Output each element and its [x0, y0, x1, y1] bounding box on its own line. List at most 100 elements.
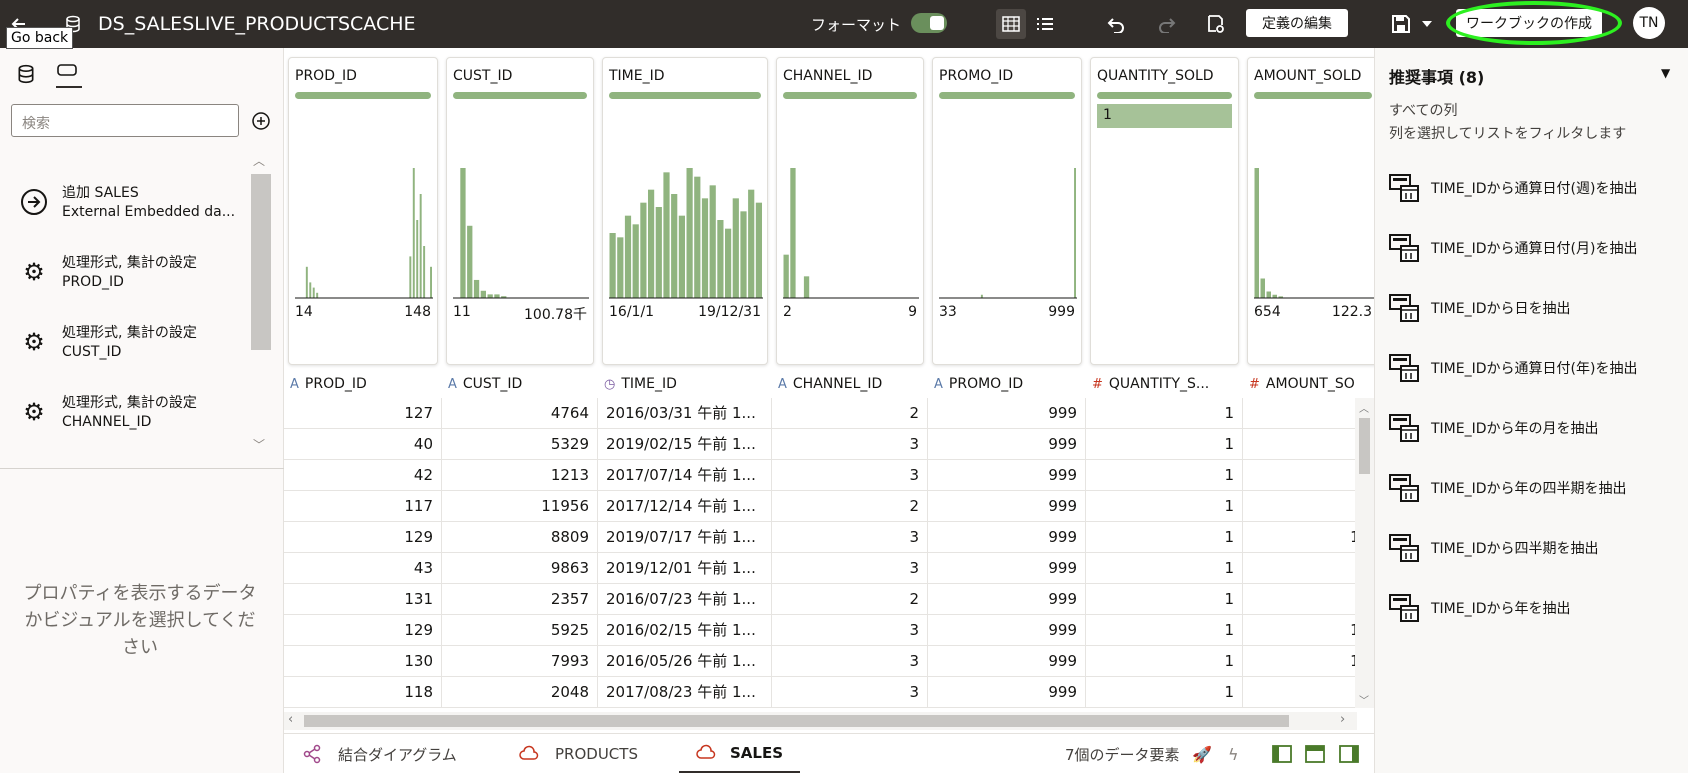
table-cell[interactable]: 3 — [772, 615, 928, 646]
table-cell[interactable]: 43 — [284, 553, 442, 584]
create-workbook-button[interactable]: ワークブックの作成 — [1456, 9, 1602, 37]
column-header[interactable]: A CUST_ID — [448, 370, 596, 398]
table-cell[interactable]: 42 — [284, 460, 442, 491]
table-cell[interactable]: 1 — [1086, 460, 1243, 491]
table-cell[interactable]: 2 — [772, 584, 928, 615]
table-cell[interactable]: 2048 — [442, 677, 598, 708]
column-header[interactable]: A CHANNEL_ID — [778, 370, 926, 398]
table-cell[interactable]: 2016/03/31 午前 1... — [598, 398, 772, 429]
table-cell[interactable]: 129 — [284, 522, 442, 553]
table-cell[interactable]: 11956 — [442, 491, 598, 522]
tab-products[interactable]: PRODUCTS — [519, 734, 638, 773]
column-profile-card[interactable]: QUANTITY_SOLD 1 — [1090, 57, 1239, 365]
redo-icon[interactable] — [1152, 9, 1182, 39]
scroll-down-icon[interactable]: ﹀ — [253, 436, 265, 453]
format-toggle[interactable] — [911, 13, 947, 33]
recommendation-item[interactable]: TIME_IDから通算日付(年)を抽出 — [1389, 352, 1679, 384]
table-cell[interactable]: 999 — [928, 615, 1086, 646]
tab-sales[interactable]: SALES — [679, 734, 801, 773]
recommendation-item[interactable]: TIME_IDから年を抽出 — [1389, 592, 1679, 624]
table-cell[interactable]: 2 — [772, 491, 928, 522]
table-cell[interactable]: 118 — [284, 677, 442, 708]
data-panel-icon[interactable] — [16, 64, 36, 88]
table-cell[interactable]: 2017/08/23 午前 1... — [598, 677, 772, 708]
recommendation-item[interactable]: TIME_IDから年の月を抽出 — [1389, 412, 1679, 444]
table-cell[interactable]: 1 — [1086, 491, 1243, 522]
table-cell[interactable]: 2016/02/15 午前 1... — [598, 615, 772, 646]
preparation-steps-icon[interactable] — [56, 62, 82, 88]
table-cell[interactable]: 999 — [928, 677, 1086, 708]
left-scrollbar[interactable] — [251, 174, 271, 350]
table-cell[interactable]: 999 — [928, 491, 1086, 522]
table-cell[interactable]: 999 — [928, 429, 1086, 460]
table-cell[interactable]: 117 — [284, 491, 442, 522]
table-cell[interactable]: 130 — [284, 646, 442, 677]
column-profile-card[interactable]: CUST_ID 11 100.78千 — [446, 57, 594, 365]
table-cell[interactable]: 999 — [928, 398, 1086, 429]
column-header[interactable]: A PROD_ID — [290, 370, 440, 398]
table-cell[interactable]: 8809 — [442, 522, 598, 553]
bolt-icon[interactable]: ϟ — [1228, 734, 1239, 773]
step-cust-id[interactable]: ⚙ 処理形式, 集計の設定 CUST_ID — [20, 318, 250, 378]
table-cell[interactable]: 1 — [1086, 646, 1243, 677]
table-cell[interactable]: 999 — [928, 553, 1086, 584]
edit-definition-button[interactable]: 定義の編集 — [1246, 9, 1348, 37]
table-cell[interactable]: 1213 — [442, 460, 598, 491]
table-cell[interactable]: 3 — [772, 429, 928, 460]
avatar[interactable]: TN — [1633, 7, 1665, 39]
table-cell[interactable]: 1 — [1086, 677, 1243, 708]
table-cell[interactable]: 3 — [772, 677, 928, 708]
table-row[interactable]: 4398632019/12/01 午前 1...399914, — [284, 553, 1374, 584]
table-cell[interactable]: 129 — [284, 615, 442, 646]
table-cell[interactable]: 999 — [928, 460, 1086, 491]
table-cell[interactable]: 2019/07/17 午前 1... — [598, 522, 772, 553]
table-cell[interactable]: 131 — [284, 584, 442, 615]
tab-join-diagram[interactable]: 結合ダイアグラム — [302, 734, 457, 773]
table-cell[interactable]: 2016/07/23 午前 1... — [598, 584, 772, 615]
table-cell[interactable]: 5329 — [442, 429, 598, 460]
column-header[interactable]: # QUANTITY_S... — [1092, 370, 1241, 398]
add-circle-icon[interactable] — [251, 111, 271, 135]
scroll-up-icon[interactable]: ︿ — [253, 152, 265, 169]
right-panel-toggle-icon[interactable] — [1339, 734, 1359, 773]
table-cell[interactable]: 1 — [1086, 429, 1243, 460]
left-panel-toggle-icon[interactable] — [1272, 734, 1292, 773]
table-cell[interactable]: 1 — [1086, 398, 1243, 429]
table-cell[interactable]: 1 — [1086, 615, 1243, 646]
column-profile-card[interactable]: PROD_ID 14 148 — [288, 57, 438, 365]
table-cell[interactable]: 2017/07/14 午前 1... — [598, 460, 772, 491]
undo-icon[interactable] — [1101, 9, 1131, 39]
table-row[interactable]: 12988092019/07/17 午前 1...3999119, — [284, 522, 1374, 553]
table-cell[interactable]: 127 — [284, 398, 442, 429]
table-cell[interactable]: 5925 — [442, 615, 598, 646]
table-row[interactable]: 12747642016/03/31 午前 1...299913, — [284, 398, 1374, 429]
column-profile-card[interactable]: CHANNEL_ID 2 9 — [776, 57, 924, 365]
table-cell[interactable]: 3 — [772, 522, 928, 553]
table-cell[interactable]: 2016/05/26 午前 1... — [598, 646, 772, 677]
column-header[interactable]: A PROMO_ID — [934, 370, 1084, 398]
table-cell[interactable]: 7993 — [442, 646, 598, 677]
table-cell[interactable]: 3 — [772, 460, 928, 491]
recommendation-item[interactable]: TIME_IDから通算日付(週)を抽出 — [1389, 172, 1679, 204]
recommendation-item[interactable]: TIME_IDから年の四半期を抽出 — [1389, 472, 1679, 504]
step-add-sales[interactable]: 追加 SALES External Embedded da... — [20, 178, 250, 238]
table-cell[interactable]: 2357 — [442, 584, 598, 615]
column-profile-card[interactable]: AMOUNT_SOLD 654 122.3 — [1247, 57, 1374, 365]
table-cell[interactable]: 40 — [284, 429, 442, 460]
table-row[interactable]: 13079932016/05/26 午前 1...3999112, — [284, 646, 1374, 677]
table-cell[interactable]: 1 — [1086, 553, 1243, 584]
table-cell[interactable]: 2 — [772, 398, 928, 429]
table-row[interactable]: 117 11956 2017/12/14 午前 1... 2 999 1 — [284, 491, 1357, 522]
step-channel-id[interactable]: ⚙ 処理形式, 集計の設定 CHANNEL_ID — [20, 388, 250, 448]
table-cell[interactable]: 9863 — [442, 553, 598, 584]
table-cell[interactable]: 4764 — [442, 398, 598, 429]
bottom-panel-toggle-icon[interactable] — [1305, 734, 1325, 773]
vertical-scrollbar[interactable]: ︿ ﹀ — [1355, 398, 1374, 708]
recommendation-item[interactable]: TIME_IDから通算日付(月)を抽出 — [1389, 232, 1679, 264]
save-menu-chevron-icon[interactable] — [1412, 9, 1442, 39]
column-profile-card[interactable]: TIME_ID 16/1/1 19/12/31 — [602, 57, 768, 365]
horizontal-scrollbar[interactable]: ‹ › — [284, 712, 1357, 730]
recommendation-item[interactable]: TIME_IDから日を抽出 — [1389, 292, 1679, 324]
grid-view-icon[interactable] — [996, 9, 1026, 39]
table-row[interactable]: 4212132017/07/14 午前 1...399915, — [284, 460, 1374, 491]
